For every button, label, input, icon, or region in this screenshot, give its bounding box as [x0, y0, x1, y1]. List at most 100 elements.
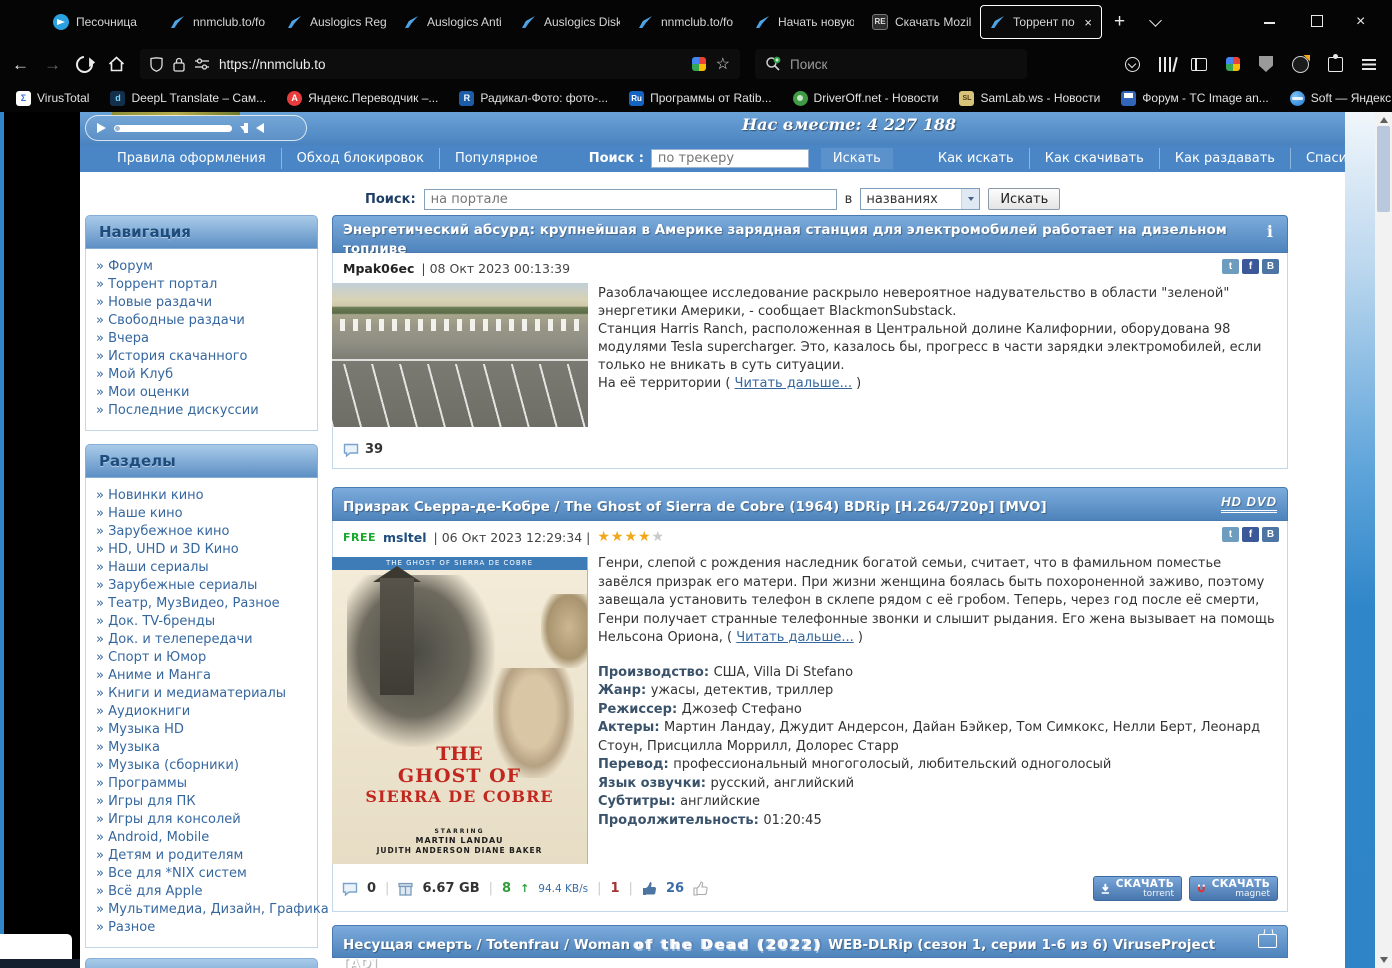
sidebar-nav-link[interactable]: Свободные раздачи	[86, 312, 317, 330]
extension-icon[interactable]	[691, 57, 706, 71]
sidebar-nav-link[interactable]: Мой Клуб	[86, 366, 317, 384]
sidebar-section-link[interactable]: Театр, МузВидео, Разное	[86, 595, 317, 613]
tab-auslogics-disk[interactable]: Auslogics Disk	[512, 5, 629, 39]
sidebar-section-link[interactable]: Детям и родителям	[86, 847, 317, 865]
sidebar-toggle-icon[interactable]	[1191, 57, 1207, 71]
protections-shield-icon[interactable]	[1259, 56, 1273, 72]
sidebar-nav-link[interactable]: Вчера	[86, 330, 317, 348]
sidebar-section-link[interactable]: Музыка (сборники)	[86, 757, 317, 775]
sidebar-section-link[interactable]: Док. и телепередачи	[86, 631, 317, 649]
bookmark-driveroff[interactable]: DriverOff.net - Новости	[792, 90, 938, 106]
profile-avatar-icon[interactable]	[1292, 55, 1309, 73]
sidebar-section-link[interactable]: Док. TV-бренды	[86, 613, 317, 631]
article1-author[interactable]: Mpak06ec	[343, 261, 414, 276]
sidebar-nav-link[interactable]: История скачанного	[86, 348, 317, 366]
sidebar-section-link[interactable]: Всё для Apple	[86, 883, 317, 901]
sidebar-section-link[interactable]: Аниме и Манга	[86, 667, 317, 685]
extensions-puzzle-icon[interactable]	[1328, 53, 1343, 72]
comments-icon[interactable]	[342, 882, 358, 896]
read-more-link[interactable]: Читать дальше...	[735, 376, 852, 391]
portal-search-scope-select[interactable]: названиях	[860, 188, 981, 210]
twitter-share-icon[interactable]: t	[1222, 259, 1239, 274]
topnav-link[interactable]: Популярное	[438, 148, 553, 169]
article3-title[interactable]: Несущая смерть / Totenfrau / Woman of th…	[343, 937, 1215, 968]
bookmark-yandex-disk[interactable]: Soft — Яндекс.Диск	[1289, 90, 1392, 106]
sidebar-section-link[interactable]: Книги и медиаматериалы	[86, 685, 317, 703]
tab-download-mozilla[interactable]: RE Скачать Mozil	[863, 5, 980, 39]
thumbs-up-icon[interactable]	[642, 881, 657, 896]
sidebar-nav-link[interactable]: Новые раздачи	[86, 294, 317, 312]
window-maximize-button[interactable]	[1311, 15, 1323, 27]
home-button[interactable]	[108, 56, 125, 72]
tab-auslogics-reg[interactable]: Auslogics Reg	[278, 5, 395, 39]
tab-close-icon[interactable]: ×	[1082, 15, 1092, 30]
url-bar[interactable]: https://nnmclub.to ☆	[140, 49, 740, 79]
seek-bar[interactable]	[114, 124, 232, 132]
article2-author[interactable]: msltel	[383, 530, 427, 545]
play-icon[interactable]	[97, 123, 106, 133]
tab-torrent-active[interactable]: Торрент по ×	[980, 5, 1102, 39]
twitter-share-icon[interactable]: t	[1222, 527, 1239, 542]
sidebar-section-link[interactable]: Игры для консолей	[86, 811, 317, 829]
scroll-down-arrow[interactable]	[1379, 957, 1388, 963]
article1-photo[interactable]	[332, 283, 588, 427]
library-icon[interactable]	[1159, 56, 1172, 72]
portal-search-input[interactable]	[423, 188, 837, 210]
bookmark-ratiborus[interactable]: Ru Программы от Ratib...	[629, 90, 772, 106]
facebook-share-icon[interactable]: f	[1242, 527, 1259, 542]
article2-poster[interactable]: THE GHOST OF SIERRA DE COBRE THE GHOST O…	[332, 557, 588, 864]
download-magnet-button[interactable]: СКАЧАТЬ magnet	[1189, 876, 1278, 901]
read-more-link[interactable]: Читать дальше...	[736, 630, 853, 645]
sidebar-section-link[interactable]: Мультимедиа, Дизайн, Графика	[86, 901, 329, 919]
permissions-icon[interactable]	[195, 58, 209, 70]
tracker-search-input[interactable]	[650, 149, 809, 168]
article2-title[interactable]: Призрак Сьерра-де-Кобре / The Ghost of S…	[343, 499, 1047, 515]
topnav-link[interactable]: Правила оформления	[102, 148, 281, 169]
bookmark-virustotal[interactable]: Σ VirusTotal	[16, 90, 89, 106]
tracking-shield-icon[interactable]	[150, 56, 163, 72]
reload-button[interactable]	[72, 52, 97, 76]
topnav-link[interactable]: Как раздавать	[1158, 148, 1290, 169]
bookmark-radikal[interactable]: R Радикал-Фото: фото-...	[459, 90, 608, 106]
new-tab-button[interactable]: +	[1114, 11, 1125, 33]
tab-nnmclub-1[interactable]: nnmclub.to/fo	[161, 5, 278, 39]
sidebar-section-link[interactable]: Разное	[86, 919, 317, 937]
tab-auslogics-anti[interactable]: Auslogics Anti	[395, 5, 512, 39]
menu-hamburger-icon[interactable]	[1362, 58, 1376, 70]
portal-search-button[interactable]: Искать	[988, 188, 1061, 210]
topnav-link[interactable]: Обход блокировок	[280, 148, 439, 169]
url-text[interactable]: https://nnmclub.to	[219, 57, 682, 72]
bookmark-samlab[interactable]: SL SamLab.ws - Новости	[959, 90, 1100, 106]
article1-title[interactable]: Энергетический абсурд: крупнейшая в Амер…	[343, 222, 1227, 257]
bookmark-yandex-translate[interactable]: A Яндекс.Переводчик –...	[287, 90, 438, 106]
sidebar-nav-link[interactable]: Торрент портал	[86, 276, 317, 294]
thumbs-down-icon[interactable]	[693, 881, 708, 896]
forward-button[interactable]: →	[44, 56, 61, 73]
info-icon[interactable]: i	[1267, 222, 1273, 241]
sidebar-section-link[interactable]: Игры для ПК	[86, 793, 317, 811]
scroll-up-arrow[interactable]	[1379, 117, 1388, 123]
tab-list-chevron-icon[interactable]	[1149, 13, 1162, 27]
extension-icon[interactable]	[1226, 57, 1240, 71]
audio-player[interactable]	[85, 115, 307, 141]
topnav-link[interactable]: Как искать	[923, 148, 1029, 169]
volume-icon[interactable]	[244, 123, 264, 133]
search-bar[interactable]: Поиск	[755, 49, 1027, 79]
sidebar-section-link[interactable]: Аудиокниги	[86, 703, 317, 721]
scrollbar-thumb[interactable]	[1377, 126, 1390, 212]
sidebar-section-link[interactable]: HD, UHD и 3D Кино	[86, 541, 317, 559]
article1-comments[interactable]: 39	[343, 442, 383, 457]
sidebar-section-link[interactable]: Зарубежные сериалы	[86, 577, 317, 595]
download-torrent-button[interactable]: СКАЧАТЬ torrent	[1093, 876, 1182, 901]
window-close-button[interactable]: ×	[1356, 14, 1365, 30]
sidebar-section-link[interactable]: Наше кино	[86, 505, 317, 523]
sidebar-section-link[interactable]: Зарубежное кино	[86, 523, 317, 541]
sidebar-section-link[interactable]: Программы	[86, 775, 317, 793]
facebook-share-icon[interactable]: f	[1242, 259, 1259, 274]
bookmark-tc-forum[interactable]: Форум - TC Image an...	[1121, 90, 1269, 106]
pocket-icon[interactable]	[1125, 56, 1140, 72]
sidebar-section-link[interactable]: Музыка	[86, 739, 317, 757]
back-button[interactable]: ←	[12, 56, 29, 73]
sidebar-section-link[interactable]: Музыка HD	[86, 721, 317, 739]
sidebar-section-link[interactable]: Все для *NIX систем	[86, 865, 317, 883]
